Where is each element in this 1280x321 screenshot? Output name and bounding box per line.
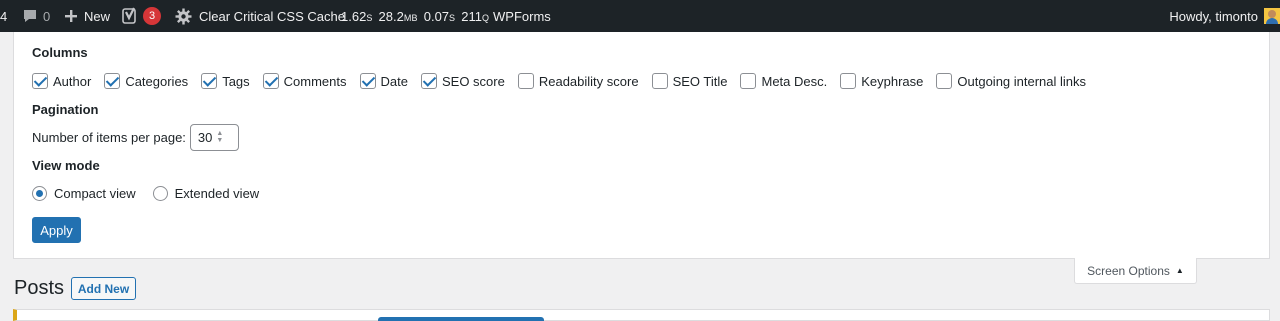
avatar (1264, 8, 1280, 24)
yoast-icon (122, 7, 136, 24)
column-toggle-categories[interactable]: Categories (104, 73, 188, 89)
notice-action-button[interactable] (378, 317, 544, 321)
pagination-heading: Pagination (32, 102, 99, 117)
adminbar-clear-cache[interactable]: Clear Critical CSS Cache (175, 0, 345, 32)
column-toggle-seo-title[interactable]: SEO Title (651, 73, 728, 89)
radio-button[interactable] (32, 185, 47, 201)
view-mode-heading: View mode (32, 158, 100, 173)
radio-label: Compact view (54, 185, 136, 201)
view-mode-extended[interactable]: Extended view (152, 185, 260, 201)
adminbar-yoast[interactable]: 3 (122, 0, 161, 32)
checkbox[interactable] (359, 73, 376, 89)
adminbar-new[interactable]: New (64, 0, 110, 32)
checkbox[interactable] (262, 73, 279, 89)
perf-query-time: 0.07S (423, 8, 456, 24)
apply-button[interactable]: Apply (32, 217, 81, 243)
screen-options-panel: Columns Author Categories Tags Comments … (13, 32, 1270, 259)
view-mode-compact[interactable]: Compact view (32, 185, 136, 201)
checkbox-label: Keyphrase (861, 73, 924, 89)
checkbox[interactable] (104, 73, 121, 89)
radio-label: Extended view (174, 185, 260, 201)
checkbox-label: Date (380, 73, 408, 89)
checkbox-label: Categories (125, 73, 189, 89)
perf-memory: 28.2MB (378, 8, 418, 24)
checkbox[interactable] (420, 73, 437, 89)
page-title: Posts (14, 277, 65, 299)
checkbox-label: Readability score (538, 73, 639, 89)
checkbox[interactable] (517, 73, 534, 89)
columns-heading: Columns (32, 45, 88, 60)
checkbox[interactable] (651, 73, 668, 89)
columns-checkbox-list: Author Categories Tags Comments Date SEO… (32, 72, 1099, 90)
comment-icon (24, 10, 36, 22)
partial-count-text: 4 (0, 8, 8, 24)
admin-notice (13, 309, 1270, 321)
column-toggle-author[interactable]: Author (32, 73, 91, 89)
checkbox-label: Author (53, 73, 92, 89)
adminbar-comments[interactable]: 0 (22, 0, 50, 32)
column-toggle-tags[interactable]: Tags (201, 73, 250, 89)
new-label: New (84, 8, 111, 24)
checkbox[interactable] (840, 73, 857, 89)
screen-options-toggle[interactable]: Screen Options ▲ (1074, 258, 1197, 284)
gear-icon (175, 8, 192, 24)
checkbox[interactable] (936, 73, 953, 89)
column-toggle-keyphrase[interactable]: Keyphrase (840, 73, 923, 89)
checkbox-label: Comments (283, 73, 347, 89)
column-toggle-date[interactable]: Date (359, 73, 408, 89)
items-per-page-value: 30 (197, 129, 213, 145)
yoast-notification-badge: 3 (143, 7, 161, 25)
admin-bar: 4 0 New 3 Clear Critical CSS Cache 1.62S… (0, 0, 1280, 32)
checkbox[interactable] (201, 73, 218, 89)
checkbox[interactable] (32, 73, 48, 89)
checkbox-label: SEO score (441, 73, 505, 89)
column-toggle-outgoing-internal-links[interactable]: Outgoing internal links (936, 73, 1086, 89)
items-per-page-label: Number of items per page: (32, 129, 186, 145)
perf-time: 1.62S (341, 8, 373, 24)
adminbar-my-account[interactable]: Howdy, timonto (1169, 0, 1280, 32)
items-per-page-input[interactable]: 30 ▲ ▼ (189, 123, 239, 151)
caret-up-icon: ▲ (1175, 266, 1184, 275)
checkbox-label: Meta Desc. (761, 73, 828, 89)
howdy-greeting: Howdy, timonto (1169, 8, 1258, 24)
add-new-button[interactable]: Add New (71, 277, 136, 300)
adminbar-performance[interactable]: 1.62S 28.2MB 0.07S 211Q (341, 0, 489, 32)
column-toggle-readability-score[interactable]: Readability score (517, 73, 639, 89)
column-toggle-comments[interactable]: Comments (262, 73, 347, 89)
checkbox[interactable] (740, 73, 757, 89)
wpforms-label: WPForms (493, 8, 551, 24)
number-spinner-icon[interactable]: ▲ ▼ (216, 130, 223, 144)
checkbox-label: SEO Title (672, 73, 728, 89)
items-per-page-row: Number of items per page: 30 ▲ ▼ (32, 123, 239, 151)
view-mode-options: Compact view Extended view (32, 184, 276, 202)
comments-count: 0 (43, 8, 51, 24)
adminbar-partial-count[interactable]: 4 (0, 0, 7, 32)
clear-cache-label: Clear Critical CSS Cache (199, 8, 345, 24)
radio-button[interactable] (152, 185, 168, 201)
column-toggle-meta-desc[interactable]: Meta Desc. (740, 73, 827, 89)
adminbar-wpforms[interactable]: WPForms (493, 0, 551, 32)
plus-icon (65, 10, 77, 22)
checkbox-label: Tags (222, 73, 250, 89)
screen-options-label: Screen Options (1087, 263, 1170, 278)
checkbox-label: Outgoing internal links (957, 73, 1087, 89)
column-toggle-seo-score[interactable]: SEO score (420, 73, 505, 89)
perf-queries: 211Q (461, 8, 490, 24)
